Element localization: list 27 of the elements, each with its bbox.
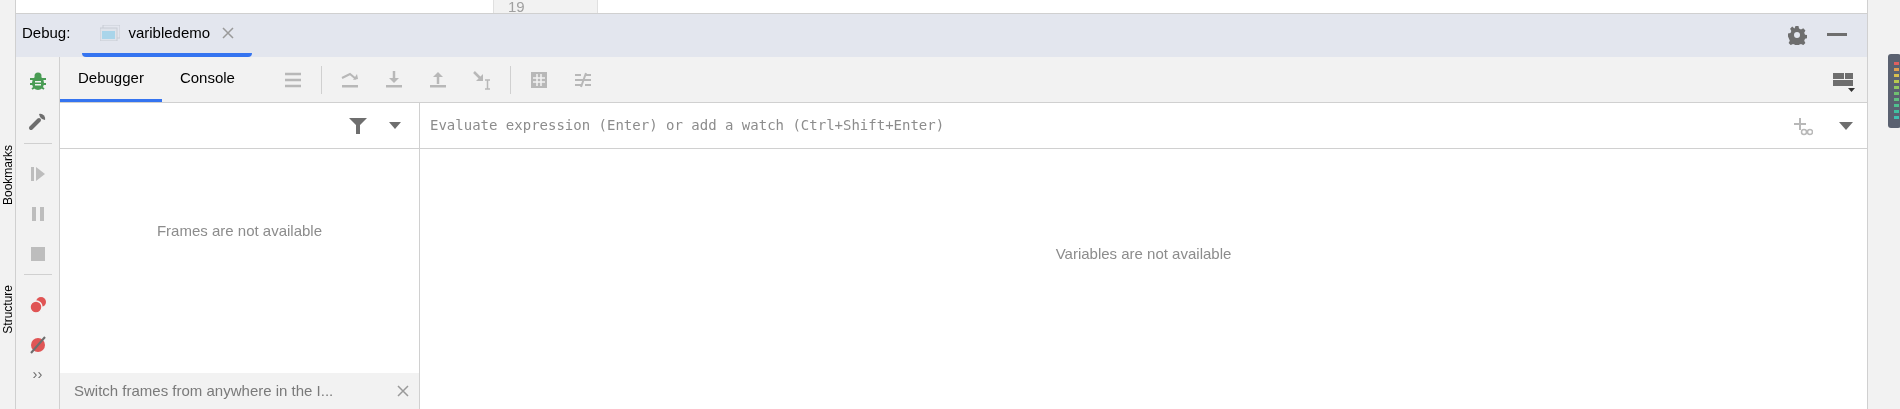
empty-message: Variables are not available [1055, 243, 1232, 264]
panel-label: Debug: [22, 22, 71, 43]
tab[interactable]: Debugger [60, 57, 162, 102]
filter-icon[interactable] [349, 116, 367, 135]
wrench-icon[interactable] [27, 111, 48, 131]
level-meter-icon [1888, 54, 1900, 128]
side-tab[interactable]: Bookmarks [1, 145, 15, 206]
side-tab[interactable]: Structure [1, 285, 15, 334]
add-watch-icon[interactable] [1793, 115, 1813, 136]
session-label: varibledemo [128, 22, 211, 43]
layout-icon[interactable] [1833, 70, 1855, 93]
line-number: 19 [507, 0, 525, 14]
minimize-icon[interactable] [1827, 33, 1847, 37]
tab[interactable]: Console [161, 57, 253, 102]
window-icon [100, 24, 121, 41]
settings-icon[interactable] [1787, 25, 1807, 45]
dropdown-arrow-icon[interactable] [389, 122, 401, 129]
hint-text: Switch frames from anywhere in the I... [74, 380, 334, 401]
bug-icon[interactable] [27, 71, 48, 91]
breakpoints-icon[interactable] [27, 295, 48, 315]
dropdown-arrow-icon[interactable] [1839, 121, 1853, 130]
more-button[interactable]: ›› [32, 363, 43, 386]
expression-field[interactable]: Evaluate expression (Enter) or add a watch (Ctrl+Shift+Enter) [430, 115, 1793, 136]
mute-breakpoints-icon[interactable] [27, 335, 48, 355]
close-icon[interactable] [222, 26, 235, 39]
close-icon[interactable] [397, 385, 409, 397]
empty-message: Frames are not available [156, 220, 323, 241]
